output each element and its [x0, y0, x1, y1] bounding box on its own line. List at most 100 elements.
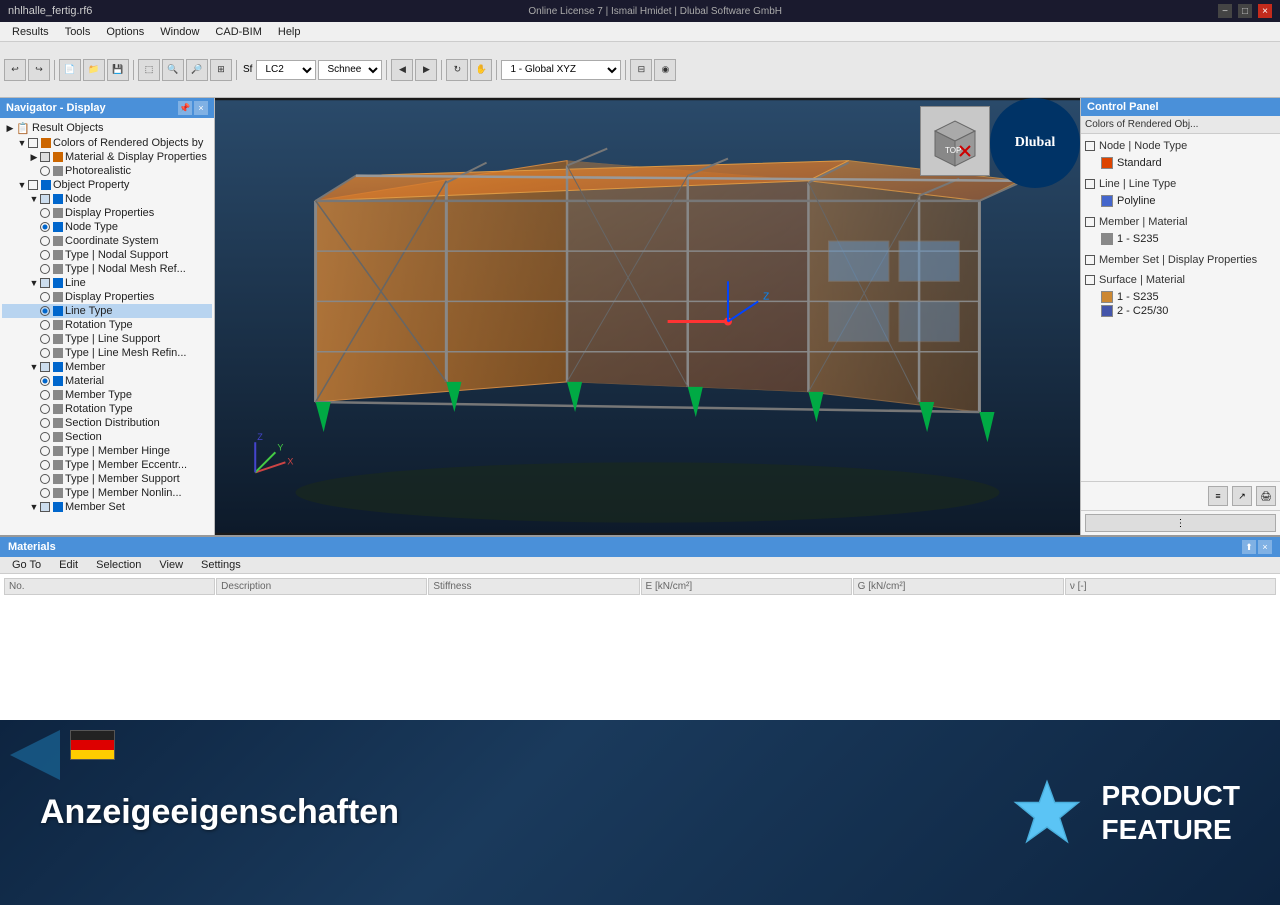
- tree-toggle-result[interactable]: ▶: [4, 122, 16, 134]
- tree-item-type-member-nonlinear[interactable]: Type | Member Nonlin...: [2, 486, 212, 500]
- toolbar-display-btn[interactable]: ⊟: [630, 59, 652, 81]
- viewport[interactable]: Z X Y Z TOP: [215, 98, 1080, 535]
- tree-item-member-set[interactable]: ▼ Member Set: [2, 500, 212, 514]
- menu-options[interactable]: Options: [98, 24, 152, 40]
- tree-toggle-line[interactable]: ▼: [28, 277, 40, 289]
- tree-item-line-type[interactable]: Line Type: [2, 304, 212, 318]
- close-button[interactable]: ×: [1258, 4, 1272, 18]
- section-distribution-radio[interactable]: [40, 418, 50, 428]
- tree-item-display-props-node[interactable]: Display Properties: [2, 206, 212, 220]
- menu-cad-bim[interactable]: CAD-BIM: [207, 24, 269, 40]
- tree-item-coord-sys[interactable]: Coordinate System: [2, 234, 212, 248]
- rotation-type-member-radio[interactable]: [40, 404, 50, 414]
- tree-toggle-member-set[interactable]: ▼: [28, 501, 40, 513]
- cp-line-checkbox[interactable]: [1085, 179, 1095, 189]
- cp-icon-print-button[interactable]: 🖨: [1256, 486, 1276, 506]
- toolbar-rotate[interactable]: ↻: [446, 59, 468, 81]
- colors-checkbox[interactable]: [28, 138, 38, 148]
- tree-item-member[interactable]: ▼ Member: [2, 360, 212, 374]
- cp-icon-export-button[interactable]: ↗: [1232, 486, 1252, 506]
- tree-item-material[interactable]: Material: [2, 374, 212, 388]
- tree-item-material-display[interactable]: ▶ Material & Display Properties: [2, 150, 212, 164]
- toolbar-lc-combo[interactable]: LC2: [256, 60, 316, 80]
- member-set-checkbox[interactable]: [40, 502, 50, 512]
- cp-member-set-checkbox[interactable]: [1085, 255, 1095, 265]
- tree-toggle-material[interactable]: ▶: [28, 151, 40, 163]
- tree-item-rotation-type[interactable]: Rotation Type: [2, 318, 212, 332]
- maximize-button[interactable]: □: [1238, 4, 1252, 18]
- tree-item-section[interactable]: Section: [2, 430, 212, 444]
- toolbar-zoom-in[interactable]: 🔍: [162, 59, 184, 81]
- tree-item-member-type[interactable]: Member Type: [2, 388, 212, 402]
- member-type-radio[interactable]: [40, 390, 50, 400]
- line-type-radio[interactable]: [40, 306, 50, 316]
- tree-item-type-line-support[interactable]: Type | Line Support: [2, 332, 212, 346]
- minimize-button[interactable]: −: [1218, 4, 1232, 18]
- line-checkbox[interactable]: [40, 278, 50, 288]
- cp-member-checkbox[interactable]: [1085, 217, 1095, 227]
- bottom-menu-edit[interactable]: Edit: [51, 558, 86, 572]
- cp-icon-list-button[interactable]: ≡: [1208, 486, 1228, 506]
- toolbar-view-left[interactable]: ◀: [391, 59, 413, 81]
- toolbar-coord-combo[interactable]: 1 - Global XYZ: [501, 60, 621, 80]
- tree-toggle-object-property[interactable]: ▼: [16, 179, 28, 191]
- type-member-support-radio[interactable]: [40, 474, 50, 484]
- tree-item-node-type[interactable]: Node Type: [2, 220, 212, 234]
- material-radio[interactable]: [40, 376, 50, 386]
- menu-results[interactable]: Results: [4, 24, 57, 40]
- navigator-pin-button[interactable]: 📌: [178, 101, 192, 115]
- tree-item-display-props-line[interactable]: Display Properties: [2, 290, 212, 304]
- type-member-hinge-radio[interactable]: [40, 446, 50, 456]
- coord-sys-radio[interactable]: [40, 236, 50, 246]
- navigator-close-button[interactable]: ×: [194, 101, 208, 115]
- toolbar-undo[interactable]: ↩: [4, 59, 26, 81]
- bottom-panel-expand-button[interactable]: ⬆: [1242, 540, 1256, 554]
- cp-surface-checkbox[interactable]: [1085, 275, 1095, 285]
- tree-item-type-member-support[interactable]: Type | Member Support: [2, 472, 212, 486]
- tree-toggle-colors[interactable]: ▼: [16, 137, 28, 149]
- tree-toggle-member[interactable]: ▼: [28, 361, 40, 373]
- bottom-menu-settings[interactable]: Settings: [193, 558, 249, 572]
- node-checkbox[interactable]: [40, 194, 50, 204]
- menu-window[interactable]: Window: [152, 24, 207, 40]
- node-type-radio[interactable]: [40, 222, 50, 232]
- tree-item-colors-rendered[interactable]: ▼ Colors of Rendered Objects by: [2, 136, 212, 150]
- tree-item-result-objects[interactable]: ▶ 📋 Result Objects: [2, 120, 212, 136]
- tree-item-photorealistic[interactable]: Photorealistic: [2, 164, 212, 178]
- display-props-node-radio[interactable]: [40, 208, 50, 218]
- tree-item-node[interactable]: ▼ Node: [2, 192, 212, 206]
- type-line-support-radio[interactable]: [40, 334, 50, 344]
- toolbar-save[interactable]: 💾: [107, 59, 129, 81]
- tree-item-line[interactable]: ▼ Line: [2, 276, 212, 290]
- object-property-checkbox[interactable]: [28, 180, 38, 190]
- bottom-menu-view[interactable]: View: [151, 558, 191, 572]
- rotation-type-radio[interactable]: [40, 320, 50, 330]
- toolbar-new[interactable]: 📄: [59, 59, 81, 81]
- toolbar-load-combo[interactable]: Schnee: [318, 60, 382, 80]
- type-member-eccentric-radio[interactable]: [40, 460, 50, 470]
- section-radio[interactable]: [40, 432, 50, 442]
- tree-item-rotation-type-member[interactable]: Rotation Type: [2, 402, 212, 416]
- toolbar-zoom-all[interactable]: ⊞: [210, 59, 232, 81]
- photorealistic-radio[interactable]: [40, 166, 50, 176]
- tree-item-type-line-mesh[interactable]: Type | Line Mesh Refin...: [2, 346, 212, 360]
- tree-item-type-member-eccentric[interactable]: Type | Member Eccentr...: [2, 458, 212, 472]
- member-checkbox[interactable]: [40, 362, 50, 372]
- menu-help[interactable]: Help: [270, 24, 309, 40]
- tree-item-type-nodal-support[interactable]: Type | Nodal Support: [2, 248, 212, 262]
- tree-toggle-node[interactable]: ▼: [28, 193, 40, 205]
- menu-tools[interactable]: Tools: [57, 24, 99, 40]
- bottom-menu-goto[interactable]: Go To: [4, 558, 49, 572]
- tree-item-object-property[interactable]: ▼ Object Property: [2, 178, 212, 192]
- cube-navigator[interactable]: TOP: [920, 106, 990, 176]
- cp-node-checkbox[interactable]: [1085, 141, 1095, 151]
- toolbar-redo[interactable]: ↪: [28, 59, 50, 81]
- tree-item-type-nodal-mesh[interactable]: Type | Nodal Mesh Ref...: [2, 262, 212, 276]
- type-nodal-mesh-radio[interactable]: [40, 264, 50, 274]
- type-member-nonlinear-radio[interactable]: [40, 488, 50, 498]
- display-props-line-radio[interactable]: [40, 292, 50, 302]
- material-checkbox[interactable]: [40, 152, 50, 162]
- toolbar-pan[interactable]: ✋: [470, 59, 492, 81]
- bottom-panel-close-button[interactable]: ×: [1258, 540, 1272, 554]
- type-line-mesh-radio[interactable]: [40, 348, 50, 358]
